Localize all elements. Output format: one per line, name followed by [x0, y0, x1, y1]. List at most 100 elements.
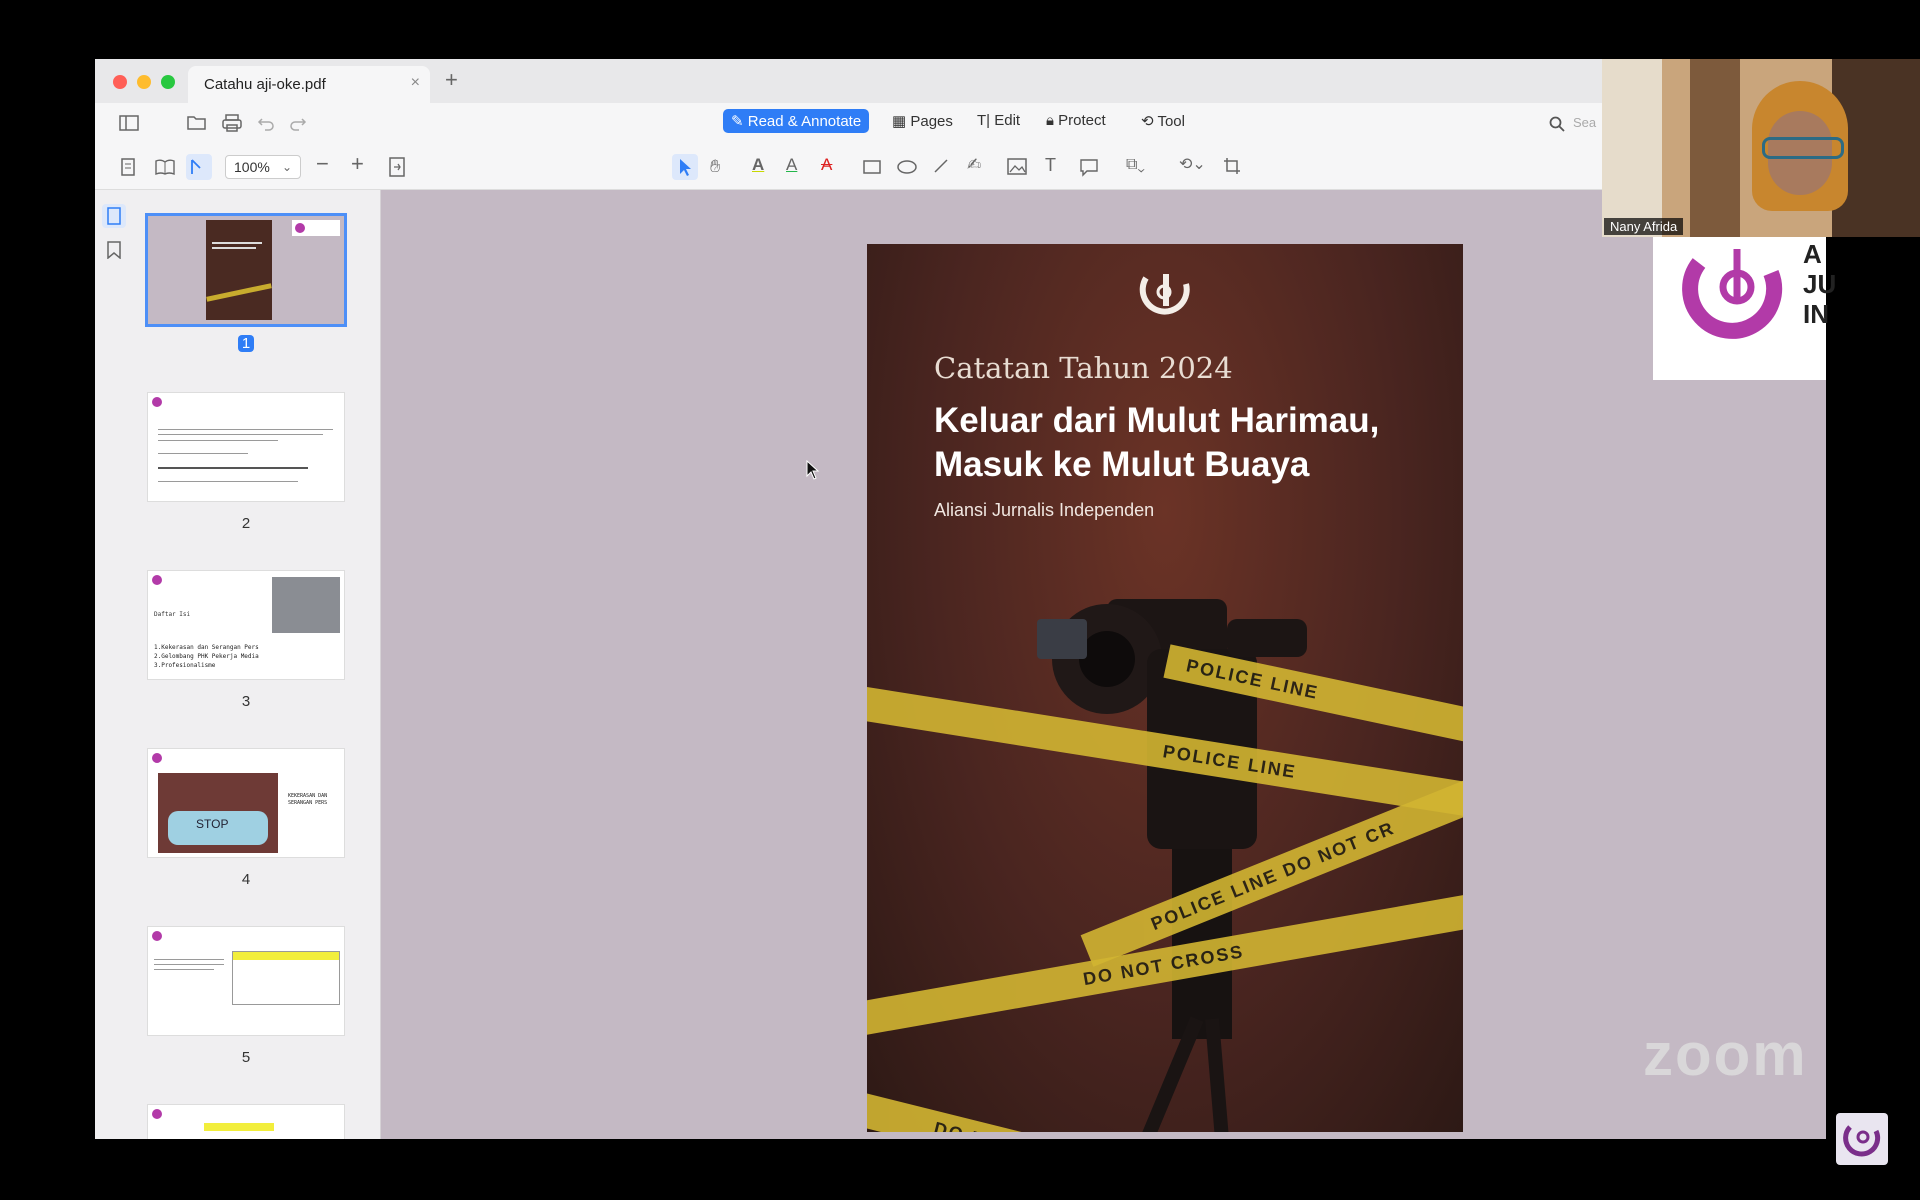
- cover-kicker: Catatan Tahun 2024: [934, 351, 1233, 385]
- pdf-page-cover: Catatan Tahun 2024 Keluar dari Mulut Har…: [867, 244, 1463, 1132]
- toc-item: 1.Kekerasan dan Serangan Pers: [154, 644, 259, 651]
- mode-edit[interactable]: T| Edit: [977, 112, 1020, 129]
- underline-text-icon[interactable]: A: [786, 155, 797, 175]
- pdf-editor-window: Catahu aji-oke.pdf × + ✎ Read & Annotate…: [95, 59, 1826, 1139]
- sidebar-toggle-icon[interactable]: [119, 115, 139, 131]
- participant-glasses: [1762, 137, 1844, 159]
- thumbnail-page-3[interactable]: Daftar Isi 1.Kekerasan dan Serangan Pers…: [148, 571, 344, 679]
- organization-logo-card: A JU IN: [1653, 237, 1836, 380]
- participant-name-label: Nany Afrida: [1604, 218, 1684, 235]
- redo-icon[interactable]: [289, 115, 307, 131]
- thumbnail-heading: KEKERASAN DAN SERANGAN PERS: [288, 793, 328, 806]
- toc-item: 2.Gelombang PHK Pekerja Media: [154, 653, 259, 660]
- logo-text-fragment: JU: [1803, 269, 1837, 299]
- aji-logo-small-icon: [1843, 1125, 1881, 1157]
- page-number-2: 2: [241, 515, 251, 532]
- thumbnail-toc-title: Daftar Isi: [154, 611, 191, 618]
- rectangle-icon[interactable]: [863, 160, 881, 174]
- page-number-1: 1: [133, 335, 359, 352]
- text-box-icon[interactable]: T: [1045, 155, 1056, 175]
- line-icon[interactable]: [933, 158, 949, 174]
- fit-width-icon: [191, 159, 201, 174]
- highlight-text-icon[interactable]: A: [752, 155, 764, 175]
- rotate-tools-icon[interactable]: ⟲⌄: [1179, 155, 1206, 175]
- callout-icon[interactable]: [1079, 157, 1099, 177]
- mode-read-annotate[interactable]: ✎ Read & Annotate: [723, 109, 870, 133]
- document-tab[interactable]: Catahu aji-oke.pdf ×: [188, 66, 430, 103]
- mode-label: Read & Annotate: [747, 113, 862, 130]
- tab-bar: Catahu aji-oke.pdf × +: [95, 59, 1826, 103]
- cover-org: Aliansi Jurnalis Independen: [934, 500, 1155, 520]
- chevron-down-icon[interactable]: ⌄: [282, 157, 292, 177]
- fit-page-icon[interactable]: [389, 157, 405, 177]
- thumbnail-page-2[interactable]: [148, 393, 344, 501]
- mode-tool[interactable]: ⟲ Tool: [1141, 112, 1185, 130]
- thumbnail-page-1[interactable]: [148, 216, 344, 324]
- logo-text-fragment: IN: [1803, 299, 1829, 329]
- toc-item: 3.Profesionalisme: [154, 662, 216, 669]
- maximize-window-button[interactable]: [161, 75, 175, 89]
- page-thumbnails-panel: 1 2 Daftar Isi 1.Kekerasan dan Serangan …: [133, 190, 381, 1139]
- close-window-button[interactable]: [113, 75, 127, 89]
- minimize-window-button[interactable]: [137, 75, 151, 89]
- aji-logo-large-icon: [1682, 249, 1783, 339]
- zoom-in-icon[interactable]: +: [351, 153, 364, 175]
- corner-aji-logo: [1836, 1113, 1888, 1165]
- mode-label: Tool: [1157, 113, 1185, 130]
- zoom-watermark: zoom: [1643, 1021, 1808, 1088]
- tab-close-icon[interactable]: ×: [411, 74, 420, 92]
- video-background-curtain: [1690, 59, 1740, 237]
- mouse-cursor-icon: [806, 460, 820, 480]
- zoom-out-icon[interactable]: −: [316, 153, 329, 175]
- thumbnail-table: [232, 951, 340, 1005]
- mode-pages[interactable]: ▦ Pages: [892, 112, 953, 130]
- single-page-view-icon[interactable]: [121, 158, 135, 176]
- page-thumbnails-icon: [107, 207, 121, 225]
- sidebar-rail: [95, 190, 133, 1139]
- thumbnails-tab[interactable]: [102, 204, 126, 228]
- select-tool-button[interactable]: [672, 154, 698, 180]
- mode-label: Protect: [1058, 112, 1106, 129]
- page-number-4: 4: [241, 871, 251, 888]
- video-background-wall: [1602, 59, 1662, 237]
- thumbnail-mask-photo: STOP: [158, 773, 278, 853]
- aji-logo-icon: [1139, 274, 1190, 315]
- search-input[interactable]: Sea: [1573, 115, 1596, 130]
- mode-protect[interactable]: 🔒︎ Protect: [1046, 112, 1106, 129]
- main-toolbar: ✎ Read & Annotate ▦ Pages T| Edit 🔒︎ Pro…: [95, 103, 1826, 145]
- fit-width-button[interactable]: [186, 154, 212, 180]
- hand-tool-icon[interactable]: ✋︎: [710, 156, 720, 176]
- page-number-5: 5: [241, 1049, 251, 1066]
- bookmark-icon[interactable]: [106, 241, 122, 259]
- thumbnail-logo: [292, 220, 340, 236]
- thumbnail-page-6[interactable]: [148, 1105, 344, 1139]
- new-tab-button[interactable]: +: [445, 67, 458, 93]
- pointer-icon: [680, 159, 691, 176]
- thumbnail-toc-list: 1.Kekerasan dan Serangan Pers 2.Gelomban…: [154, 643, 259, 670]
- tab-title: Catahu aji-oke.pdf: [204, 76, 326, 93]
- shape-tools-icon[interactable]: ⧉⌄: [1126, 155, 1145, 175]
- pen-icon[interactable]: ✍︎: [967, 155, 981, 175]
- search-icon[interactable]: [1549, 116, 1565, 132]
- open-folder-icon[interactable]: [187, 114, 207, 131]
- print-icon[interactable]: [222, 114, 242, 132]
- thumbnail-cover: [206, 220, 272, 320]
- image-icon[interactable]: [1007, 158, 1027, 176]
- cover-title-line: Keluar dari Mulut Harimau,: [934, 401, 1380, 440]
- logo-text-fragment: A: [1803, 239, 1822, 269]
- mode-label: Edit: [994, 112, 1021, 129]
- crop-icon[interactable]: [1223, 157, 1241, 175]
- two-page-view-icon[interactable]: [155, 158, 175, 176]
- cover-title: Keluar dari Mulut Harimau, Masuk ke Mulu…: [934, 399, 1379, 487]
- zoom-level-value: 100%: [234, 159, 270, 175]
- thumbnail-page-5[interactable]: [148, 927, 344, 1035]
- annotation-toolbar: 100% ⌄ − + ✋︎ A A A ✍︎ T ⧉⌄ ⟲⌄: [95, 145, 1826, 190]
- strikeout-text-icon[interactable]: A: [821, 155, 832, 175]
- participant-video[interactable]: Nany Afrida: [1602, 59, 1920, 237]
- thumbnail-page-4[interactable]: STOP KEKERASAN DAN SERANGAN PERS: [148, 749, 344, 857]
- page-number-3: 3: [241, 693, 251, 710]
- undo-icon[interactable]: [257, 115, 275, 131]
- logo-text: A JU IN: [1803, 239, 1836, 329]
- mode-label: Pages: [910, 113, 953, 130]
- ellipse-icon[interactable]: [897, 160, 917, 174]
